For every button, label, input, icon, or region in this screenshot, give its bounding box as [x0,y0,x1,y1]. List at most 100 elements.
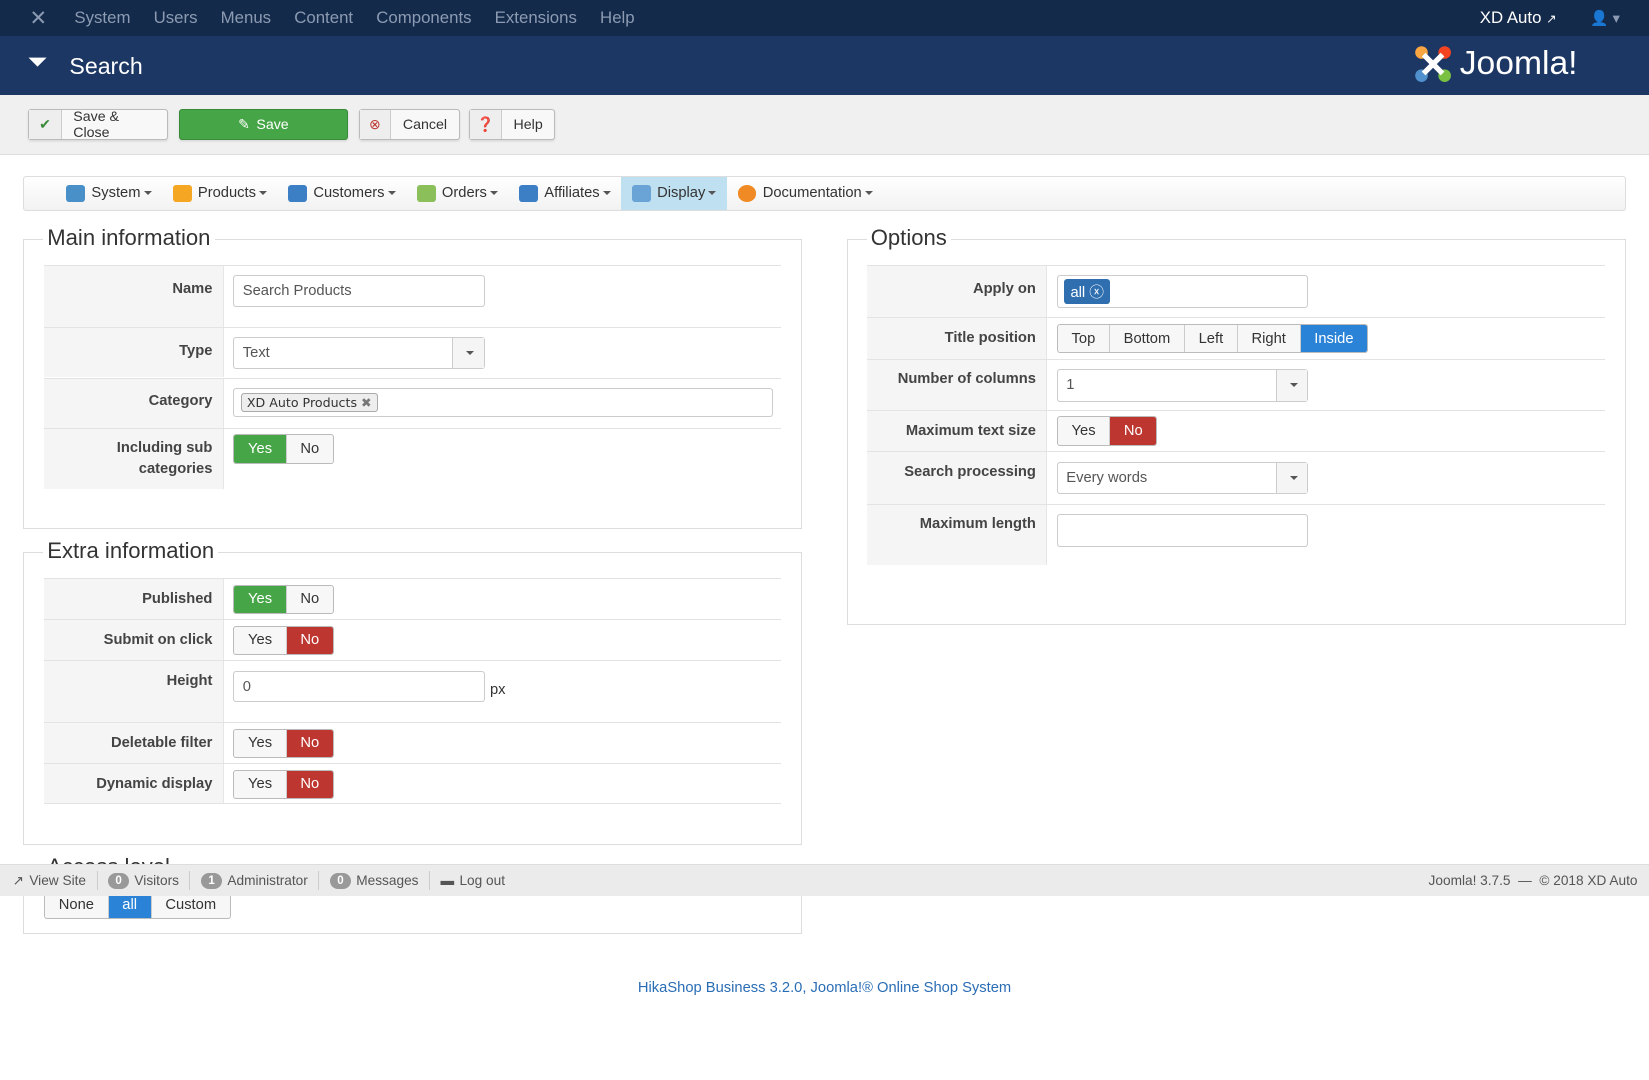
yes-option[interactable]: Yes [234,626,287,655]
columns-row: Number of columns 1 [866,358,1605,411]
type-row: Type Text [44,327,782,378]
title-position-label: Title position [866,317,1048,359]
right-option[interactable]: Right [1237,324,1301,353]
tools-icon [66,185,86,202]
all-option[interactable]: all [108,892,152,919]
menu-content[interactable]: Content [294,8,353,28]
columns-select[interactable]: 1 [1056,369,1309,402]
inside-option[interactable]: Inside [1300,324,1368,353]
subnav-documentation[interactable]: Documentation [727,177,883,211]
category-label: Category [44,378,224,428]
menu-system[interactable]: System [74,8,130,28]
save-button[interactable]: ✎ Save [178,109,349,140]
submit-row: Submit on click Yes No [44,619,782,661]
max-length-input[interactable] [1056,514,1309,547]
sub-categories-row: Including sub categories Yes No [44,427,782,489]
menu-components[interactable]: Components [376,8,471,28]
top-option[interactable]: Top [1057,324,1110,353]
extra-information-legend: Extra information [43,538,219,565]
no-option[interactable]: No [286,626,333,655]
bottom-option[interactable]: Bottom [1109,324,1185,353]
yes-option[interactable]: Yes [1057,417,1111,445]
no-option[interactable]: No [286,585,333,614]
save-close-button[interactable]: ✔ Save & Close [28,109,169,141]
chevron-down-icon [1275,462,1308,494]
user-icon[interactable]: 👤 ▾ [1590,9,1620,27]
submit-toggle[interactable]: Yes No [233,625,334,656]
height-input[interactable]: 0 [233,670,485,703]
joomla-brand-logo: Joomla! [1411,42,1578,86]
external-link-icon: ↗ [12,872,25,888]
view-site-link[interactable]: ↗ View Site [12,871,98,891]
remove-tag-icon[interactable]: ✖ [361,395,372,410]
dynamic-label: Dynamic display [44,764,224,804]
yes-option[interactable]: Yes [234,770,287,799]
site-link[interactable]: XD Auto ↗ [1480,8,1557,28]
no-option[interactable]: No [1110,417,1157,445]
name-label: Name [44,265,224,328]
subnav-orders[interactable]: Orders [406,177,508,211]
menu-users[interactable]: Users [154,8,198,28]
category-row: Category XD Auto Products ✖ [44,377,782,428]
left-option[interactable]: Left [1184,324,1238,353]
top-nav: ✕ System Users Menus Content Components … [0,0,1649,36]
main-information-legend: Main information [43,225,215,252]
messages-item[interactable]: 0 Messages [319,871,431,891]
joomla-logo-icon[interactable]: ✕ [29,5,47,31]
menu-help[interactable]: Help [600,8,635,28]
external-link-icon: ↗ [1546,11,1557,26]
published-label: Published [44,579,224,620]
height-label: Height [44,661,224,723]
main-information-fieldset: Main information Name Search Products Ty… [23,225,803,529]
lifebuoy-icon [737,185,757,202]
menu-menus[interactable]: Menus [221,8,271,28]
subnav-system[interactable]: System [56,177,162,211]
box-icon [172,185,192,202]
affiliates-icon [519,185,538,202]
no-option[interactable]: No [286,435,333,463]
remove-tag-icon[interactable]: ⓧ [1089,285,1104,301]
hikashop-menu: System Products Customers Orders Affilia… [23,175,1626,212]
published-toggle[interactable]: Yes No [233,584,334,615]
footer-link[interactable]: HikaShop Business 3.2.0, Joomla!® Online… [0,980,1649,996]
extra-information-fieldset: Extra information Published Yes No Submit… [23,538,803,845]
deletable-toggle[interactable]: Yes No [233,728,334,759]
max-text-toggle[interactable]: Yes No [1056,416,1158,446]
no-option[interactable]: No [286,729,333,758]
type-select[interactable]: Text [233,337,485,370]
submit-label: Submit on click [44,620,224,661]
subnav-affiliates[interactable]: Affiliates [509,177,622,211]
sub-categories-toggle[interactable]: Yes No [233,434,334,464]
search-processing-row: Search processing Every words [866,451,1605,504]
subnav-customers[interactable]: Customers [278,177,407,211]
title-position-toggle[interactable]: Top Bottom Left Right Inside [1056,323,1369,354]
chevron-down-icon [452,338,484,369]
apply-on-input[interactable]: all ⓧ [1056,275,1309,309]
menu-extensions[interactable]: Extensions [495,8,577,28]
none-option[interactable]: None [45,892,109,919]
category-input[interactable]: XD Auto Products ✖ [233,387,773,418]
chevron-down-icon [1275,370,1308,401]
yes-option[interactable]: Yes [234,585,287,614]
no-option[interactable]: No [286,770,333,799]
visitors-item: 0 Visitors [98,871,191,891]
yes-option[interactable]: Yes [234,729,287,758]
subnav-products[interactable]: Products [162,177,277,211]
sub-categories-label: Including sub categories [44,428,224,489]
published-row: Published Yes No [44,578,782,620]
logout-link[interactable]: ▬ Log out [430,871,516,890]
yes-option[interactable]: Yes [234,435,287,463]
subnav-display[interactable]: Display [621,176,727,211]
options-fieldset: Options Apply on all ⓧ Title position To… [846,225,1626,625]
admin-badge: 1 [200,872,223,889]
max-length-label: Maximum length [866,504,1048,565]
dynamic-toggle[interactable]: Yes No [233,769,334,800]
search-processing-select[interactable]: Every words [1056,461,1309,495]
help-button[interactable]: ❓ Help [469,109,556,140]
max-length-row: Maximum length [866,503,1605,565]
cancel-button[interactable]: ⊗ Cancel [358,109,460,140]
edit-icon: ✎ [238,116,251,133]
custom-option[interactable]: Custom [151,892,230,919]
cancel-icon: ⊗ [359,110,392,139]
name-input[interactable]: Search Products [233,275,485,307]
